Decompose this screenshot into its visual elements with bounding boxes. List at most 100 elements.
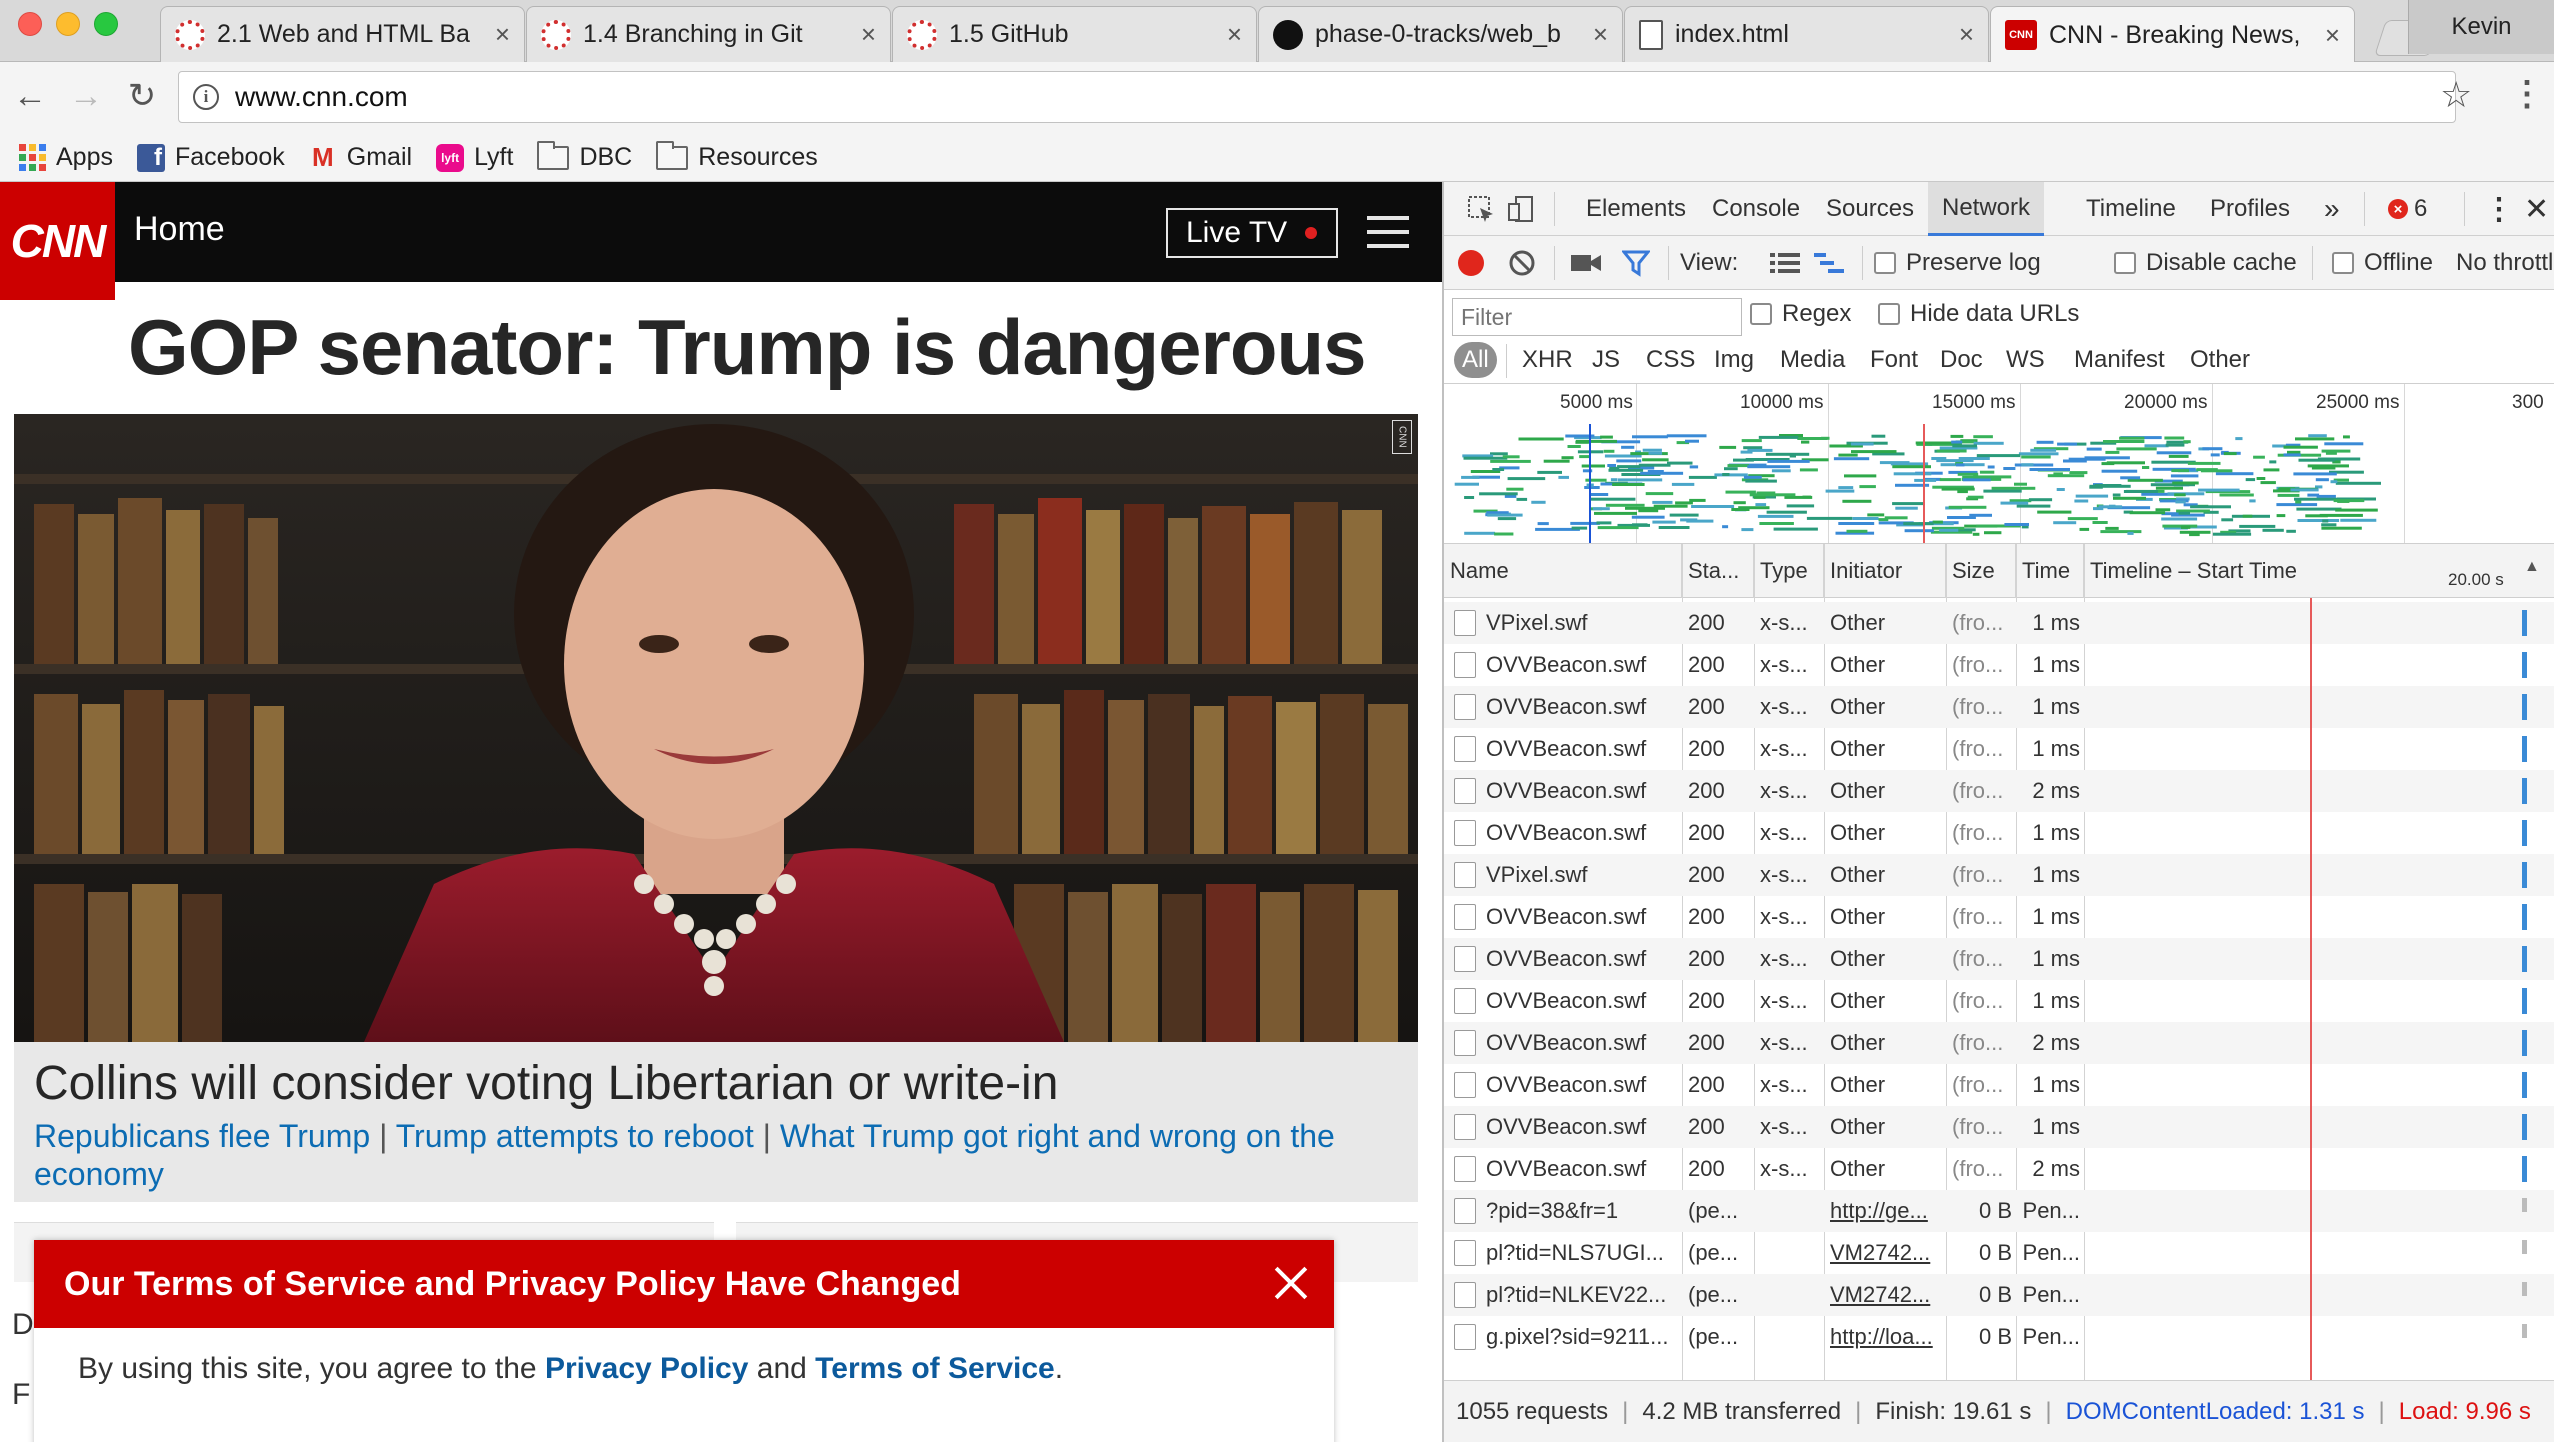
filter-toggle-button[interactable] — [1622, 236, 1650, 290]
request-row[interactable]: OVVBeacon.swf 200 x-s... Other (fro... 1 ms — [1444, 896, 2554, 938]
caption-title[interactable]: Collins will consider voting Libertarian… — [34, 1056, 1398, 1111]
chrome-menu-icon[interactable]: ⋮ — [2510, 74, 2544, 114]
checkbox[interactable] — [2114, 252, 2136, 274]
request-initiator[interactable]: VM2742... — [1830, 1274, 1942, 1316]
filter-input[interactable] — [1452, 298, 1742, 336]
live-tv-button[interactable]: Live TV — [1166, 208, 1338, 258]
request-row[interactable]: VPixel.swf 200 x-s... Other (fro... 1 ms — [1444, 602, 2554, 644]
request-initiator[interactable]: VM2742... — [1830, 1232, 1942, 1274]
related-link[interactable]: Republicans flee Trump — [34, 1118, 370, 1154]
error-counter[interactable]: × 6 — [2374, 182, 2441, 236]
hide-data-urls-checkbox[interactable]: Hide data URLs — [1878, 290, 2079, 338]
minimize-window-button[interactable] — [56, 12, 80, 36]
terms-of-service-link[interactable]: Terms of Service — [815, 1352, 1055, 1385]
browser-tab[interactable]: 1.4 Branching in Git × — [526, 6, 891, 62]
regex-checkbox[interactable]: Regex — [1750, 290, 1851, 338]
tab-sources[interactable]: Sources — [1812, 182, 1928, 236]
nav-home-link[interactable]: Home — [134, 210, 225, 249]
privacy-policy-link[interactable]: Privacy Policy — [545, 1352, 748, 1385]
type-filter-other[interactable]: Other — [2182, 342, 2258, 378]
request-row[interactable]: OVVBeacon.swf 200 x-s... Other (fro... 1 ms — [1444, 686, 2554, 728]
close-icon[interactable] — [1266, 1258, 1316, 1308]
request-initiator[interactable]: http://ge... — [1830, 1190, 1942, 1232]
request-row[interactable]: OVVBeacon.swf 200 x-s... Other (fro... 2 ms — [1444, 770, 2554, 812]
close-devtools-icon[interactable]: ✕ — [2510, 182, 2554, 236]
cnn-logo[interactable]: CNN — [0, 182, 115, 300]
network-overview[interactable]: 5000 ms 10000 ms 15000 ms 20000 ms 25000… — [1444, 384, 2554, 544]
checkbox[interactable] — [1878, 303, 1900, 325]
page-headline[interactable]: GOP senator: Trump is dangerous — [128, 302, 1366, 393]
type-filter-css[interactable]: CSS — [1638, 342, 1703, 378]
hero-photo[interactable]: CNN — [14, 414, 1418, 1042]
browser-tab[interactable]: 1.5 GitHub × — [892, 6, 1257, 62]
column-size[interactable]: Size — [1946, 544, 2016, 598]
close-window-button[interactable] — [18, 12, 42, 36]
large-rows-button[interactable] — [1770, 236, 1800, 290]
request-row[interactable]: pl?tid=NLS7UGI... (pe... VM2742... 0 B Pen..… — [1444, 1232, 2554, 1274]
request-row[interactable]: OVVBeacon.swf 200 x-s... Other (fro... 1 ms — [1444, 644, 2554, 686]
column-type[interactable]: Type — [1754, 544, 1824, 598]
type-filter-all[interactable]: All — [1454, 342, 1497, 378]
more-tabs-icon[interactable]: » — [2310, 182, 2354, 236]
forward-arrow-icon[interactable]: → — [66, 76, 106, 116]
tab-close-icon[interactable]: × — [861, 19, 876, 50]
tab-profiles[interactable]: Profiles — [2196, 182, 2304, 236]
type-filter-manifest[interactable]: Manifest — [2066, 342, 2173, 378]
info-icon[interactable]: i — [193, 84, 219, 110]
address-bar[interactable]: i www.cnn.com — [178, 71, 2456, 123]
bookmark-apps[interactable]: Apps — [18, 143, 113, 172]
tab-elements[interactable]: Elements — [1572, 182, 1700, 236]
request-row[interactable]: OVVBeacon.swf 200 x-s... Other (fro... 1 ms — [1444, 938, 2554, 980]
type-filter-js[interactable]: JS — [1584, 342, 1628, 378]
request-row[interactable]: OVVBeacon.swf 200 x-s... Other (fro... 2 ms — [1444, 1022, 2554, 1064]
type-filter-ws[interactable]: WS — [1998, 342, 2053, 378]
request-initiator[interactable]: http://loa... — [1830, 1316, 1942, 1358]
checkbox[interactable] — [2332, 252, 2354, 274]
bookmark-folder-resources[interactable]: Resources — [656, 140, 818, 172]
bookmark-facebook[interactable]: f Facebook — [136, 143, 285, 172]
throttling-select[interactable]: No throttl — [2456, 236, 2553, 290]
profile-button[interactable]: Kevin — [2408, 0, 2554, 54]
browser-tab[interactable]: phase-0-tracks/web_b × — [1258, 6, 1623, 62]
checkbox[interactable] — [1874, 252, 1896, 274]
type-filter-doc[interactable]: Doc — [1932, 342, 1991, 378]
device-toolbar-icon[interactable] — [1492, 182, 1550, 236]
tab-close-icon[interactable]: × — [2325, 20, 2340, 51]
request-row[interactable]: OVVBeacon.swf 200 x-s... Other (fro... 1 ms — [1444, 812, 2554, 854]
column-status[interactable]: Sta... — [1682, 544, 1754, 598]
hamburger-menu-icon[interactable] — [1367, 216, 1409, 248]
disable-cache-checkbox[interactable]: Disable cache — [2114, 236, 2297, 290]
request-row[interactable]: pl?tid=NLKEV22... (pe... VM2742... 0 B Pen..… — [1444, 1274, 2554, 1316]
request-row[interactable]: VPixel.swf 200 x-s... Other (fro... 1 ms — [1444, 854, 2554, 896]
bookmark-gmail[interactable]: M Gmail — [309, 142, 412, 172]
request-row[interactable]: OVVBeacon.swf 200 x-s... Other (fro... 1 ms — [1444, 980, 2554, 1022]
type-filter-img[interactable]: Img — [1706, 342, 1762, 378]
bookmark-folder-dbc[interactable]: DBC — [537, 140, 632, 172]
tab-timeline[interactable]: Timeline — [2072, 182, 2190, 236]
browser-tab[interactable]: index.html × — [1624, 6, 1989, 62]
clear-button[interactable] — [1508, 236, 1536, 290]
type-filter-media[interactable]: Media — [1772, 342, 1853, 378]
related-link[interactable]: Trump attempts to reboot — [396, 1118, 754, 1154]
type-filter-xhr[interactable]: XHR — [1514, 342, 1581, 378]
preserve-log-checkbox[interactable]: Preserve log — [1874, 236, 2041, 290]
request-row[interactable]: OVVBeacon.swf 200 x-s... Other (fro... 1 ms — [1444, 1064, 2554, 1106]
column-name[interactable]: Name — [1444, 544, 1682, 598]
request-row[interactable]: OVVBeacon.swf 200 x-s... Other (fro... 1 ms — [1444, 728, 2554, 770]
tab-close-icon[interactable]: × — [1227, 19, 1242, 50]
capture-screenshots-button[interactable] — [1570, 236, 1602, 290]
browser-tab[interactable]: 2.1 Web and HTML Ba × — [160, 6, 525, 62]
tab-close-icon[interactable]: × — [1593, 19, 1608, 50]
column-initiator[interactable]: Initiator — [1824, 544, 1946, 598]
column-time[interactable]: Time — [2016, 544, 2084, 598]
overview-button[interactable] — [1814, 236, 1844, 290]
offline-checkbox[interactable]: Offline — [2332, 236, 2433, 290]
tab-close-icon[interactable]: × — [495, 19, 510, 50]
type-filter-font[interactable]: Font — [1862, 342, 1926, 378]
browser-tab-active[interactable]: CNN CNN - Breaking News, × — [1990, 6, 2355, 63]
bookmark-lyft[interactable]: lyft Lyft — [436, 143, 513, 172]
reload-icon[interactable]: ↻ — [122, 76, 162, 116]
checkbox[interactable] — [1750, 303, 1772, 325]
request-row[interactable]: ?pid=38&fr=1 (pe... http://ge... 0 B Pen... — [1444, 1190, 2554, 1232]
zoom-window-button[interactable] — [94, 12, 118, 36]
